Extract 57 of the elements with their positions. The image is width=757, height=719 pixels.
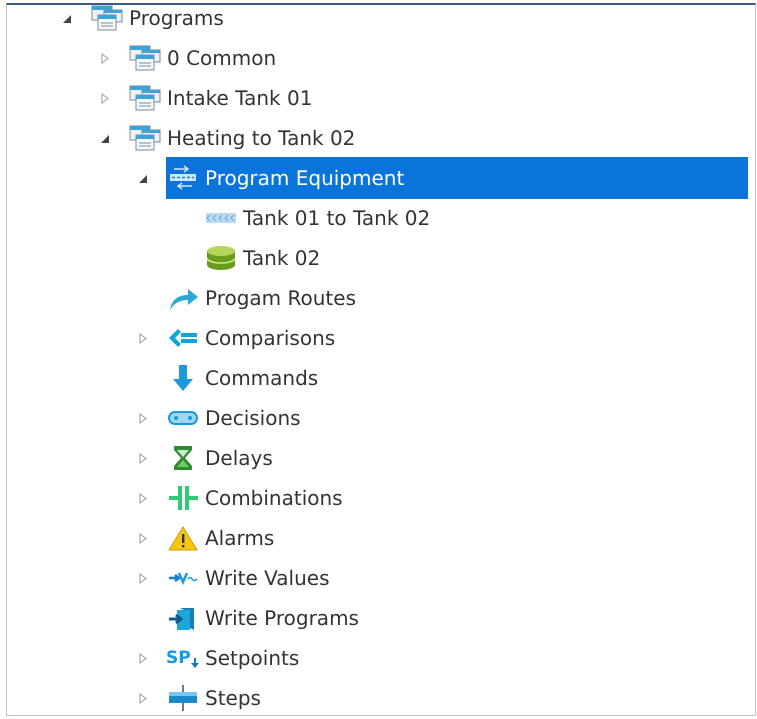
tree-item[interactable]: Program Equipment <box>166 157 748 199</box>
tree-item[interactable]: Steps <box>166 678 281 715</box>
tree-item[interactable]: SP Setpoints <box>166 638 320 678</box>
tree-item-label: Intake Tank 01 <box>167 86 312 110</box>
collapsed-arrow-icon[interactable] <box>138 492 148 504</box>
program-window-icon <box>128 124 162 152</box>
collapsed-arrow-icon[interactable] <box>138 532 148 544</box>
tree-item[interactable]: Tank 02 <box>204 238 340 278</box>
tree-item[interactable]: 0 Common <box>128 38 296 78</box>
tree-item[interactable]: Heating to Tank 02 <box>128 118 376 158</box>
tree-item-label: Progam Routes <box>205 286 356 310</box>
tree-item-label: Programs <box>129 6 224 30</box>
tree-item[interactable]: Delays <box>166 438 293 478</box>
tree-item-label: 0 Common <box>167 46 276 70</box>
program-window-icon <box>128 44 162 72</box>
tree-item-label: Combinations <box>205 486 343 510</box>
collapsed-arrow-icon[interactable] <box>138 332 148 344</box>
tree-item[interactable]: Commands <box>166 358 338 398</box>
step-bar-icon <box>166 684 200 712</box>
warning-icon <box>166 524 200 552</box>
collapsed-arrow-icon[interactable] <box>100 52 110 64</box>
tree-item[interactable]: Intake Tank 01 <box>128 78 332 118</box>
collapsed-arrow-icon[interactable] <box>138 572 148 584</box>
collapsed-arrow-icon[interactable] <box>138 652 148 664</box>
expanded-arrow-icon[interactable] <box>138 172 148 184</box>
tree-item[interactable]: Write Values <box>166 558 350 598</box>
tree-item[interactable]: Write Programs <box>166 598 379 638</box>
collapsed-arrow-icon[interactable] <box>138 412 148 424</box>
tree-item-label: Steps <box>205 686 261 710</box>
tree-item[interactable]: Programs <box>90 5 244 38</box>
tree-item[interactable]: Tank 01 to Tank 02 <box>204 198 450 238</box>
tree-item[interactable]: Combinations <box>166 478 363 518</box>
tree-item-label: Program Equipment <box>205 166 404 190</box>
program-window-icon <box>128 84 162 112</box>
tree-item-label: Commands <box>205 366 318 390</box>
tree-item[interactable]: Progam Routes <box>166 278 376 318</box>
tree-item-label: Write Programs <box>205 606 359 630</box>
tank-icon <box>204 244 238 272</box>
expanded-arrow-icon[interactable] <box>100 132 110 144</box>
program-window-icon <box>90 5 124 32</box>
tree-item-label: Heating to Tank 02 <box>167 126 356 150</box>
expanded-arrow-icon[interactable] <box>62 12 72 24</box>
tree-item-label: Tank 02 <box>243 246 320 270</box>
tree-item-label: Setpoints <box>205 646 300 670</box>
collapsed-arrow-icon[interactable] <box>138 692 148 704</box>
tree-item[interactable]: Alarms <box>166 518 294 558</box>
collapsed-arrow-icon[interactable] <box>138 452 148 464</box>
tree-item-label: Tank 01 to Tank 02 <box>243 206 430 230</box>
parallel-bars-icon <box>166 484 200 512</box>
tree-item[interactable]: Decisions <box>166 398 321 438</box>
tree-item-label: Comparisons <box>205 326 336 350</box>
tree-item-label: Alarms <box>205 526 274 550</box>
collapsed-arrow-icon[interactable] <box>100 92 110 104</box>
tree-item-label: Decisions <box>205 406 301 430</box>
tree-item-label: Delays <box>205 446 273 470</box>
tree-item[interactable]: Comparisons <box>166 318 356 358</box>
tree-item-label: Write Values <box>205 566 330 590</box>
